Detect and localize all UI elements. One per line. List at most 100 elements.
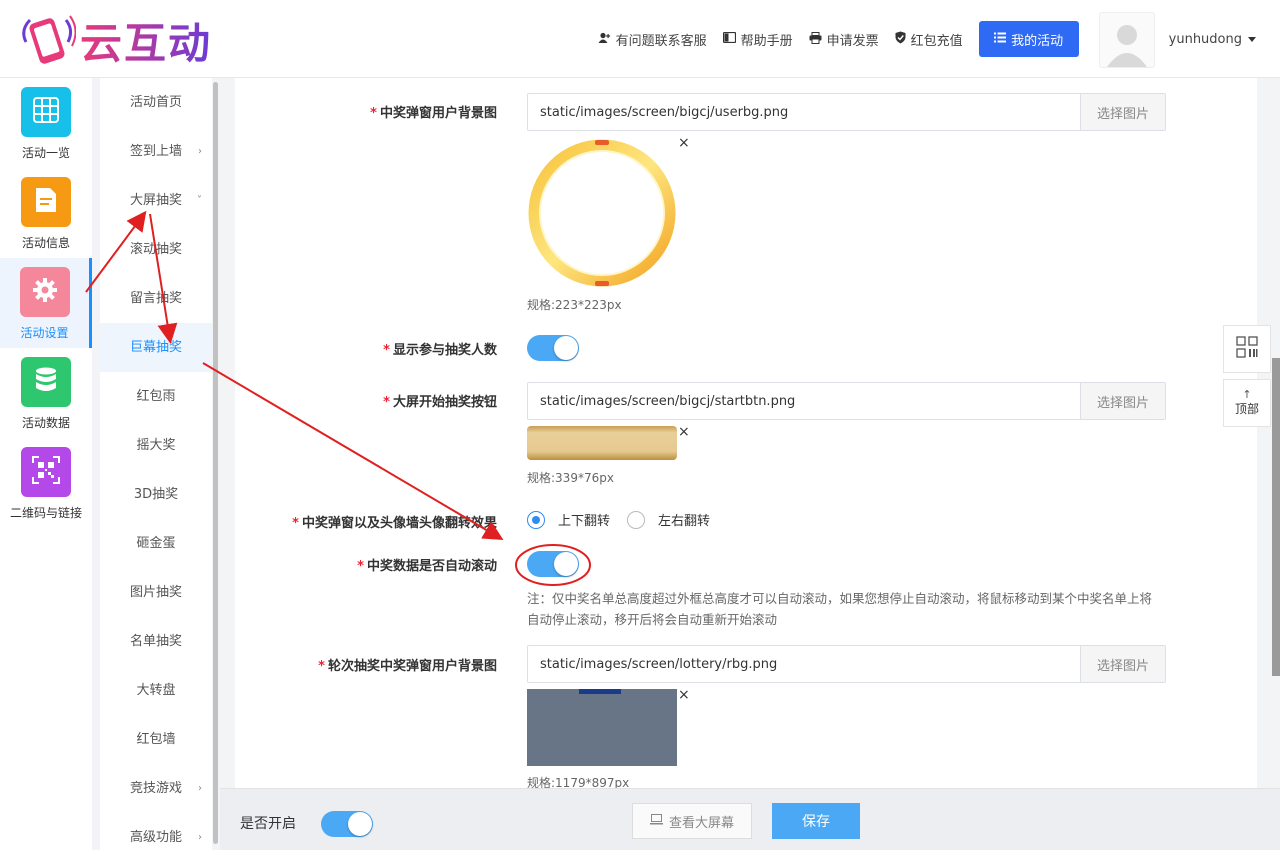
submenu-item-games[interactable]: 竞技游戏 › xyxy=(100,764,212,813)
submenu-item-advanced[interactable]: 高级功能 › xyxy=(100,813,212,850)
submenu-item-message-lottery[interactable]: 留言抽奖 xyxy=(100,274,212,323)
submenu-item-giant-screen-lottery[interactable]: 巨幕抽奖 xyxy=(100,323,212,372)
sub-menu: 活动首页 签到上墙 › 大屏抽奖 ˅ 滚动抽奖 留言抽奖 巨幕抽奖 红包雨 摇大奖 … xyxy=(92,78,220,850)
user-bg-input[interactable] xyxy=(528,94,1080,130)
round-bg-preview-image xyxy=(527,689,677,766)
required-star: * xyxy=(318,659,325,674)
list-icon xyxy=(994,32,1007,47)
view-screen-button[interactable]: 查看大屏幕 xyxy=(632,803,752,839)
auto-scroll-label-text: 中奖数据是否自动滚动 xyxy=(366,559,497,574)
document-icon xyxy=(35,187,57,217)
user-bg-spec: 规格:223*223px xyxy=(527,298,622,312)
submenu-item-wheel[interactable]: 大转盘 xyxy=(100,666,212,715)
required-star: * xyxy=(370,106,377,121)
submenu-item-redpacket-rain[interactable]: 红包雨 xyxy=(100,372,212,421)
nav-label: 活动一览 xyxy=(21,146,70,160)
brand-logo[interactable]: 云互动 xyxy=(20,10,212,71)
page-scrollbar[interactable] xyxy=(1272,358,1280,676)
nav-activity-data[interactable]: 活动数据 xyxy=(0,348,92,438)
nav-icon-box xyxy=(21,447,71,497)
start-button-input[interactable] xyxy=(528,383,1080,419)
submenu-label: 红包墙 xyxy=(136,732,176,747)
submenu-item-list-lottery[interactable]: 名单抽奖 xyxy=(100,617,212,666)
radio-circle-checked xyxy=(527,510,545,529)
submenu-label: 名单抽奖 xyxy=(129,634,182,649)
submenu-item-scroll-lottery[interactable]: 滚动抽奖 xyxy=(100,225,212,274)
printer-icon xyxy=(809,31,822,47)
round-bg-input[interactable] xyxy=(528,646,1080,682)
round-bg-remove-icon[interactable]: × xyxy=(678,687,690,703)
submenu-label: 留言抽奖 xyxy=(129,291,182,306)
submenu-item-golden-egg[interactable]: 砸金蛋 xyxy=(100,519,212,568)
submenu-label: 竞技游戏 xyxy=(129,781,182,796)
database-icon xyxy=(35,367,57,397)
my-activity-button[interactable]: 我的活动 xyxy=(978,21,1079,57)
back-to-top-button[interactable]: ↑ 顶部 xyxy=(1223,379,1271,427)
phone-logo-icon xyxy=(20,12,77,70)
submenu-item-signin[interactable]: 签到上墙 › xyxy=(100,127,212,176)
submenu-label: 砸金蛋 xyxy=(136,536,176,551)
flip-horizontal-radio[interactable]: 左右翻转 xyxy=(627,510,710,529)
invoice-label: 申请发票 xyxy=(826,33,879,49)
help-manual-link[interactable]: 帮助手册 xyxy=(722,30,793,49)
chevron-down-icon: ˅ xyxy=(197,195,202,206)
submenu-item-shake-prize[interactable]: 摇大奖 xyxy=(100,421,212,470)
round-bg-pick-button[interactable]: 选择图片 xyxy=(1080,646,1165,682)
start-button-pick-button[interactable]: 选择图片 xyxy=(1080,383,1165,419)
toggle-knob xyxy=(348,812,372,836)
auto-scroll-note: 注：仅中奖名单总高度超过外框总高度才可以自动滚动，如果您想停止自动滚动，将鼠标移… xyxy=(527,591,1153,627)
contact-support-link[interactable]: 有问题联系客服 xyxy=(598,30,707,49)
round-bg-spec: 规格:1179*897px xyxy=(527,776,630,788)
user-bg-remove-icon[interactable]: × xyxy=(678,135,690,151)
start-button-label-text: 大屏开始抽奖按钮 xyxy=(392,395,497,410)
round-bg-label-text: 轮次抽奖中奖弹窗用户背景图 xyxy=(327,659,497,674)
nav-icon-box xyxy=(21,357,71,407)
qrcode-float-button[interactable] xyxy=(1223,325,1271,373)
submenu-item-big-screen-lottery[interactable]: 大屏抽奖 ˅ xyxy=(100,176,212,225)
submenu-label: 大转盘 xyxy=(136,683,176,698)
submenu-label: 高级功能 xyxy=(129,830,182,845)
save-button[interactable]: 保存 xyxy=(772,803,860,839)
redpacket-recharge-link[interactable]: 红包充值 xyxy=(895,30,963,49)
back-to-top-label: 顶部 xyxy=(1234,402,1259,416)
avatar[interactable] xyxy=(1098,12,1155,68)
flip-vertical-label: 上下翻转 xyxy=(558,514,611,529)
submenu-label: 巨幕抽奖 xyxy=(129,340,182,355)
submenu-item-3d-lottery[interactable]: 3D抽奖 xyxy=(100,470,212,519)
show-count-toggle[interactable] xyxy=(527,335,579,361)
round-bg-label: * 轮次抽奖中奖弹窗用户背景图 xyxy=(318,655,497,674)
flip-vertical-radio[interactable]: 上下翻转 xyxy=(527,510,610,529)
nav-label: 活动数据 xyxy=(21,416,70,430)
submenu-item-redpacket-wall[interactable]: 红包墙 xyxy=(100,715,212,764)
submenu-label: 签到上墙 xyxy=(129,144,182,159)
nav-activity-overview[interactable]: 活动一览 xyxy=(0,78,92,168)
start-button-remove-icon[interactable]: × xyxy=(678,424,690,440)
enabled-toggle[interactable] xyxy=(321,811,373,837)
required-star: * xyxy=(357,559,364,574)
nav-icon-box xyxy=(19,267,70,317)
flip-effect-label: * 中奖弹窗以及头像墙头像翻转效果 xyxy=(292,512,497,531)
submenu-item-image-lottery[interactable]: 图片抽奖 xyxy=(100,568,212,617)
nav-label: 二维码与链接 xyxy=(9,506,82,520)
user-bg-pick-button[interactable]: 选择图片 xyxy=(1080,94,1165,130)
shield-check-icon xyxy=(895,31,906,47)
nav-activity-info[interactable]: 活动信息 xyxy=(0,168,92,258)
monitor-icon xyxy=(649,813,663,829)
user-bg-label-text: 中奖弹窗用户背景图 xyxy=(379,106,497,121)
submenu-label: 3D抽奖 xyxy=(133,487,179,502)
required-star: * xyxy=(292,516,299,531)
nav-qrcode-links[interactable]: 二维码与链接 xyxy=(0,438,92,528)
required-star: * xyxy=(383,395,390,410)
start-button-spec: 规格:339*76px xyxy=(527,471,614,485)
submenu-label: 活动首页 xyxy=(129,95,182,110)
submenu-item-home[interactable]: 活动首页 xyxy=(100,78,212,127)
flip-effect-label-text: 中奖弹窗以及头像墙头像翻转效果 xyxy=(301,516,497,531)
submenu-scrollbar[interactable] xyxy=(213,82,218,844)
nav-activity-settings[interactable]: 活动设置 xyxy=(0,258,92,348)
user-menu[interactable]: yunhudong xyxy=(1169,32,1256,47)
auto-scroll-toggle[interactable] xyxy=(527,551,579,577)
submenu-label: 滚动抽奖 xyxy=(129,242,182,257)
chevron-right-icon: › xyxy=(198,146,202,157)
user-bg-label: * 中奖弹窗用户背景图 xyxy=(370,102,497,121)
invoice-link[interactable]: 申请发票 xyxy=(809,30,879,49)
